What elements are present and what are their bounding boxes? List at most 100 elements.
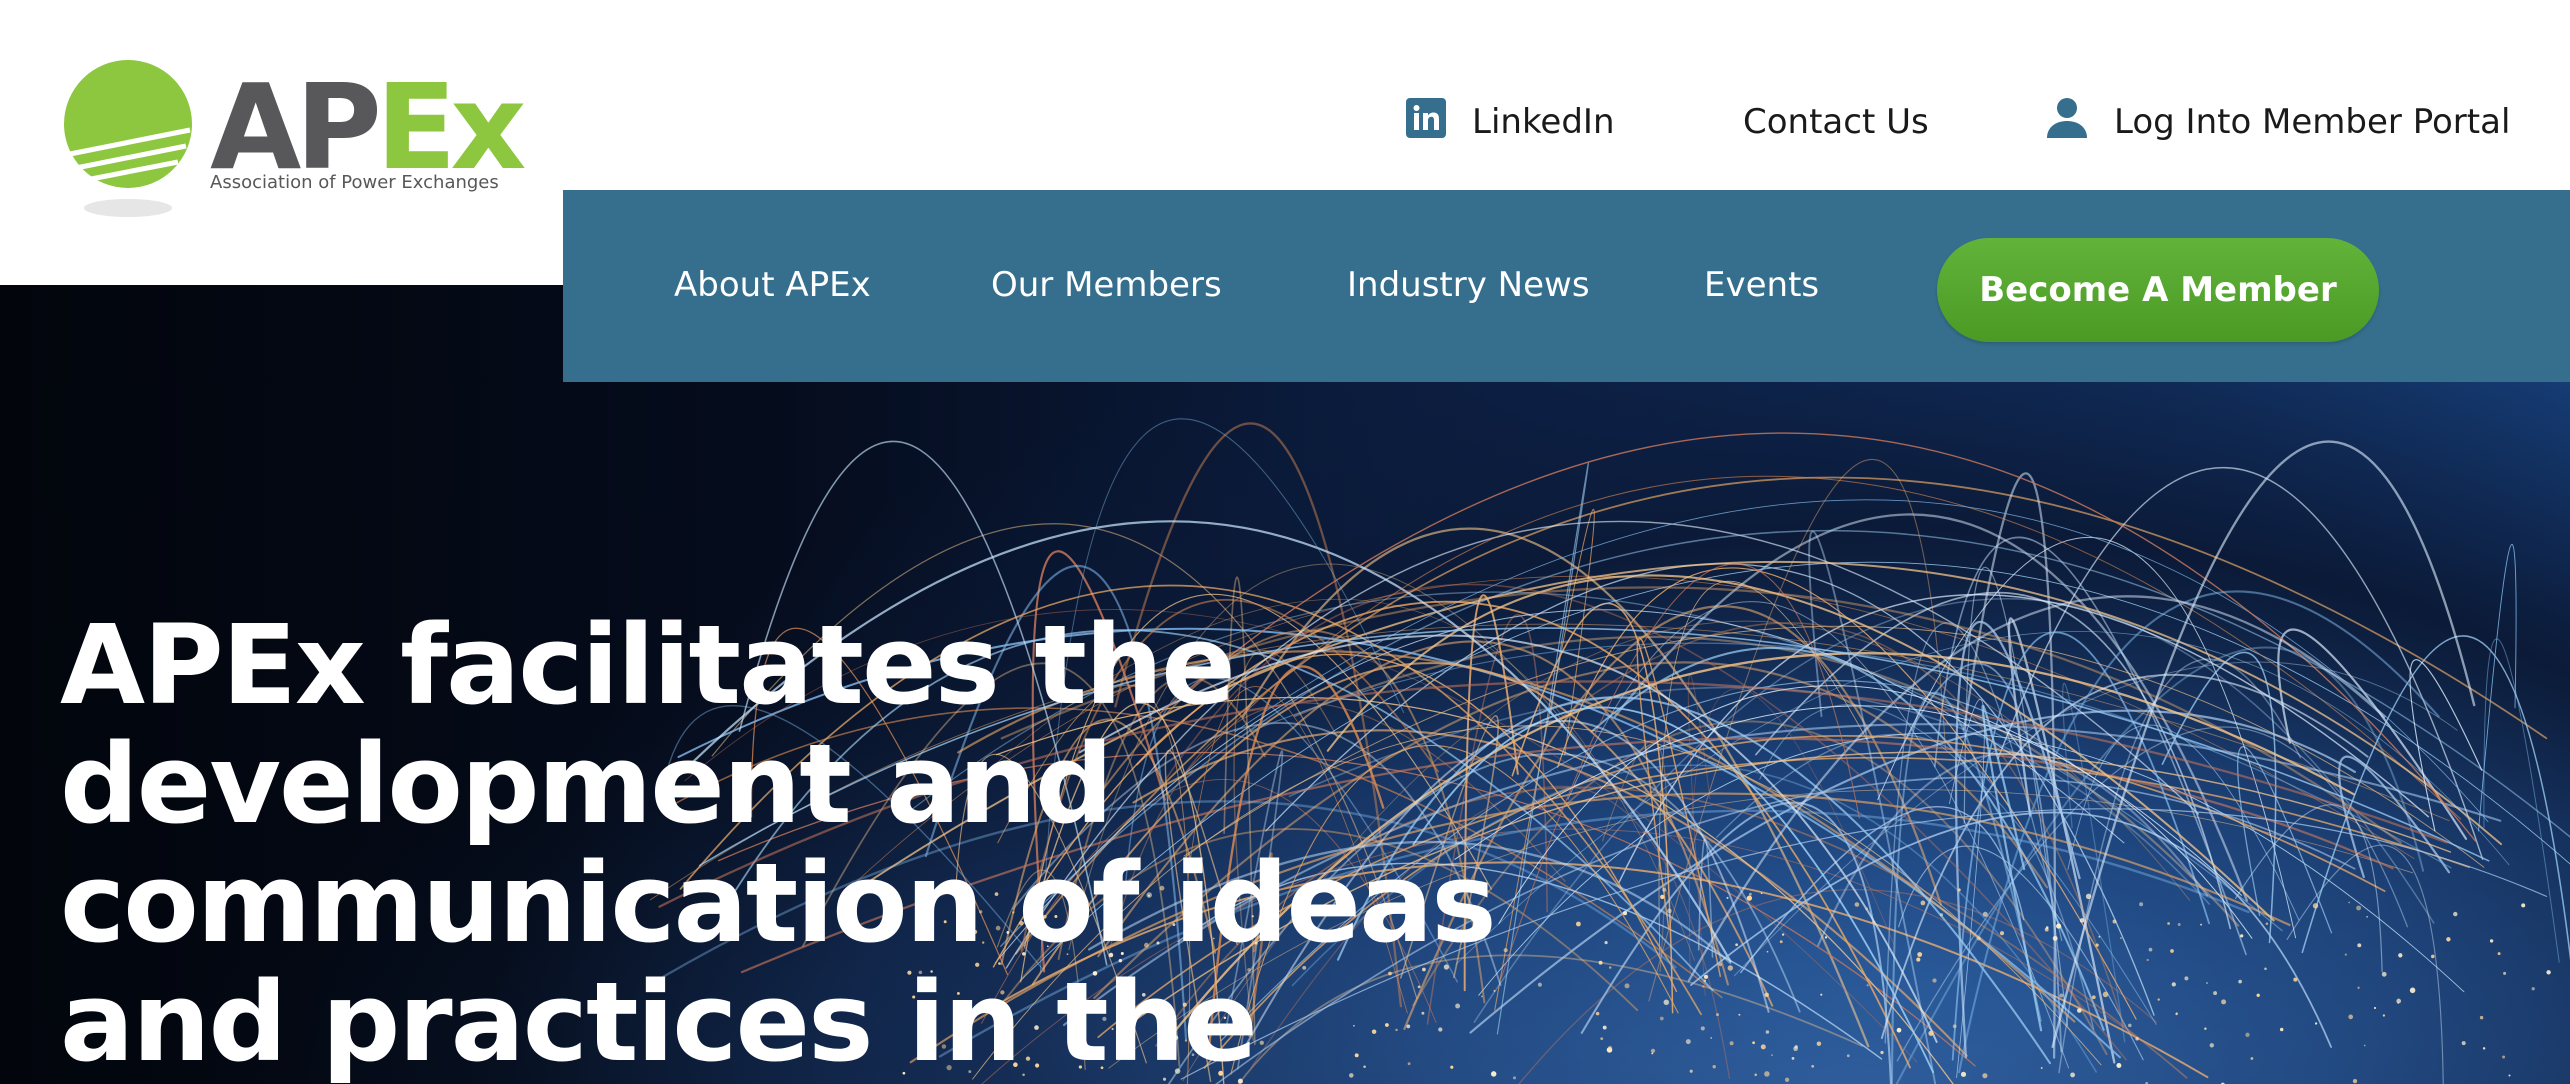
city-light [2502,1055,2506,1059]
city-light [2128,1023,2132,1028]
contact-us-link[interactable]: Contact Us [1743,92,1929,152]
city-light [2446,937,2451,942]
city-light [2479,1015,2484,1020]
city-light [1735,943,1738,947]
city-light [2119,937,2122,940]
city-light [1952,1024,1957,1029]
main-nav: About APEx Our Members Industry News Eve… [563,190,2570,382]
city-light [2245,1032,2250,1037]
city-light [2503,971,2507,975]
city-light [2148,947,2153,952]
city-light [2521,903,2526,908]
city-light [2461,1041,2466,1046]
city-light [1738,1013,1741,1016]
city-light [2293,977,2298,982]
city-light [1685,1039,1691,1045]
city-light [2482,1047,2486,1050]
city-light [2204,1027,2207,1030]
city-light [1854,902,1860,907]
member-portal-link[interactable]: Log Into Member Portal [2046,92,2510,152]
city-light [2171,982,2176,987]
city-light [1689,1069,1693,1073]
city-light [1726,896,1729,899]
city-light [1939,913,1944,917]
city-light [2070,1072,2076,1078]
city-light [1608,966,1612,969]
city-light [2363,1044,2366,1047]
linkedin-label: LinkedIn [1472,102,1615,142]
city-light [2240,934,2244,938]
city-light [1880,1050,1884,1055]
city-light [1622,911,1628,916]
city-light [1999,931,2005,936]
apex-logo[interactable]: APEx Association of Power Exchanges [62,58,527,228]
city-light [2112,919,2117,924]
city-light [1932,978,1937,983]
city-light [1760,892,1763,895]
city-light [1702,985,1705,988]
city-light [2213,991,2218,996]
city-light [1811,1064,1815,1068]
linkedin-link[interactable]: LinkedIn [1406,92,1615,152]
city-light [2430,954,2435,959]
city-light [1624,983,1630,989]
city-light [2170,949,2174,953]
city-light [1746,895,1753,901]
logo-globe-icon [64,60,192,217]
city-light [2264,967,2267,971]
city-light [2381,971,2387,977]
city-light [1710,1037,1713,1039]
nav-about-apex[interactable]: About APEx [674,260,871,310]
city-light [2453,911,2458,917]
city-light [1700,1026,1705,1031]
city-light [2373,1006,2377,1010]
city-light [1982,911,1988,917]
city-light [1607,1045,1613,1051]
city-light [2366,915,2369,918]
city-light [2314,1022,2318,1025]
become-member-button[interactable]: Become A Member [1937,238,2379,342]
city-light [1727,965,1734,971]
city-light [1771,1054,1773,1056]
city-light [2135,1036,2139,1041]
nav-industry-news[interactable]: Industry News [1347,260,1590,310]
logo-wordmark: APEx [210,68,527,186]
city-light [2221,999,2227,1005]
nav-events[interactable]: Events [1704,260,1819,310]
city-light [1760,1044,1766,1050]
nav-our-members[interactable]: Our Members [991,260,1222,310]
city-light [2116,1063,2122,1068]
city-light [1667,908,1672,914]
city-light [1595,1011,1600,1016]
page: APEx Association of Power Exchanges Link… [0,0,2570,1084]
city-light [1766,950,1769,953]
city-light [2279,1027,2284,1032]
city-light [1754,1073,1757,1077]
city-light [2489,939,2494,943]
city-light [2356,905,2362,911]
city-light [1659,1016,1664,1021]
city-light [1729,1041,1734,1046]
user-icon [2046,96,2088,149]
city-light [1872,920,1876,924]
city-light [2200,923,2203,926]
city-light [2059,993,2064,998]
hero-headline: APEx facilitates the development and com… [60,601,1497,1084]
city-light [1764,992,1769,998]
city-light [1793,1046,1798,1052]
city-light [1781,933,1785,936]
city-light [2098,935,2101,938]
logo-container: APEx Association of Power Exchanges [0,0,563,285]
city-light [1896,1027,1902,1033]
city-light [1663,999,1670,1006]
city-light [1703,974,1709,979]
city-light [2348,901,2351,904]
city-light [1816,1041,1822,1046]
city-light [2398,953,2403,958]
city-light [1650,1048,1656,1053]
city-light [2409,987,2416,994]
city-light [2382,1014,2386,1017]
city-light [2357,986,2360,989]
city-light [1976,936,1981,941]
city-light [1846,1054,1850,1058]
